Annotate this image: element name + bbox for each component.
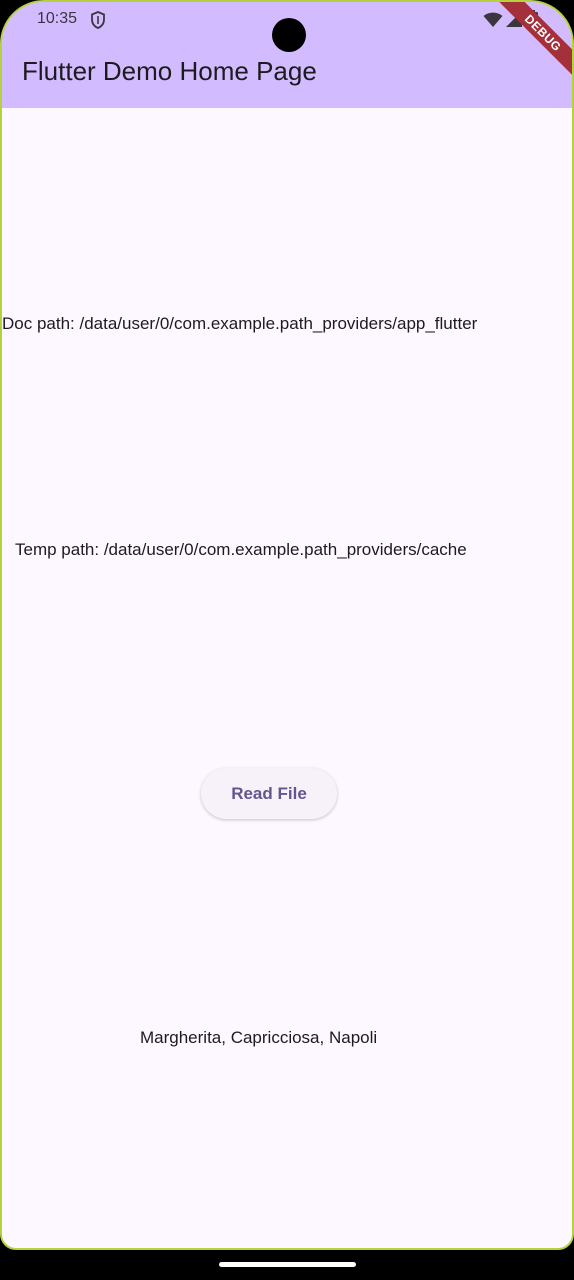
status-bar: 10:35 (2, 2, 572, 52)
file-contents-text: Margherita, Capricciosa, Napoli (140, 1028, 378, 1047)
page-title: Flutter Demo Home Page (22, 56, 317, 86)
navigation-gesture-handle[interactable] (219, 1262, 356, 1267)
shield-icon (91, 11, 105, 29)
read-file-button[interactable]: Read File (201, 768, 337, 819)
temp-path-text: Temp path: /data/user/0/com.example.path… (15, 540, 467, 559)
camera-cutout (272, 18, 306, 52)
status-time: 10:35 (37, 10, 78, 27)
wifi-icon (483, 12, 503, 27)
doc-path-text: Doc path: /data/user/0/com.example.path_… (2, 314, 478, 333)
app-screen: 10:35 Flutter Demo Home Page DEBUG Doc p… (0, 0, 574, 1250)
app-bar: 10:35 Flutter Demo Home Page (2, 2, 572, 108)
